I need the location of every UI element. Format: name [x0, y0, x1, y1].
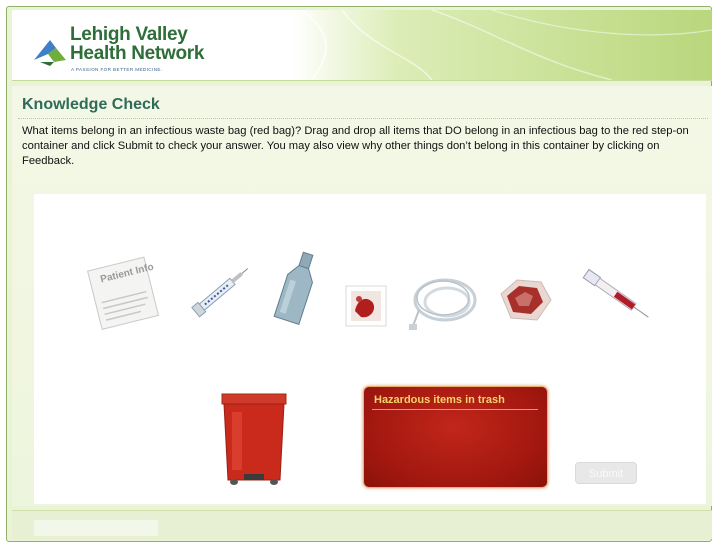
item-syringe[interactable] [186, 258, 256, 323]
hazard-box-title: Hazardous items in trash [374, 394, 505, 406]
title-divider [18, 118, 708, 120]
hazard-box-divider [372, 409, 538, 410]
item-bloody-gauze[interactable] [343, 283, 389, 329]
header-banner: Lehigh Valley Health Network A PASSION F… [12, 10, 712, 81]
item-iv-tubing[interactable] [405, 270, 485, 336]
logo-line-2: Health Network [70, 43, 205, 64]
bloody-cloth-icon [500, 279, 552, 321]
red-step-on-container-icon [221, 393, 287, 485]
submit-button[interactable]: Submit [575, 462, 637, 484]
item-glass-bottle[interactable] [270, 248, 324, 328]
page-title: Knowledge Check [22, 96, 160, 113]
item-blood-tube[interactable] [572, 262, 662, 326]
logo-tagline: A PASSION FOR BETTER MEDICINE. [71, 67, 163, 72]
iv-tubing-icon [409, 278, 477, 330]
red-step-on-container[interactable] [216, 388, 292, 488]
syringe-icon [191, 268, 249, 318]
blood-tube-syringe-icon [582, 268, 649, 318]
instructions-text: What items belong in an infectious waste… [22, 125, 689, 167]
item-patient-info[interactable]: Patient Info [84, 255, 164, 330]
bloody-gauze-icon [345, 285, 387, 327]
hazardous-items-dropzone[interactable]: Hazardous items in trash [363, 386, 548, 488]
footer-progress-placeholder [34, 520, 158, 536]
lvhn-logo: Lehigh Valley Health Network A PASSION F… [30, 24, 210, 76]
glass-bottle-icon [273, 251, 314, 325]
lvhn-logo-icon [34, 40, 66, 66]
item-bloody-cloth[interactable] [497, 274, 553, 324]
logo-line-1: Lehigh Valley [70, 24, 188, 45]
logo-wordmark: Lehigh Valley Health Network [70, 25, 204, 63]
